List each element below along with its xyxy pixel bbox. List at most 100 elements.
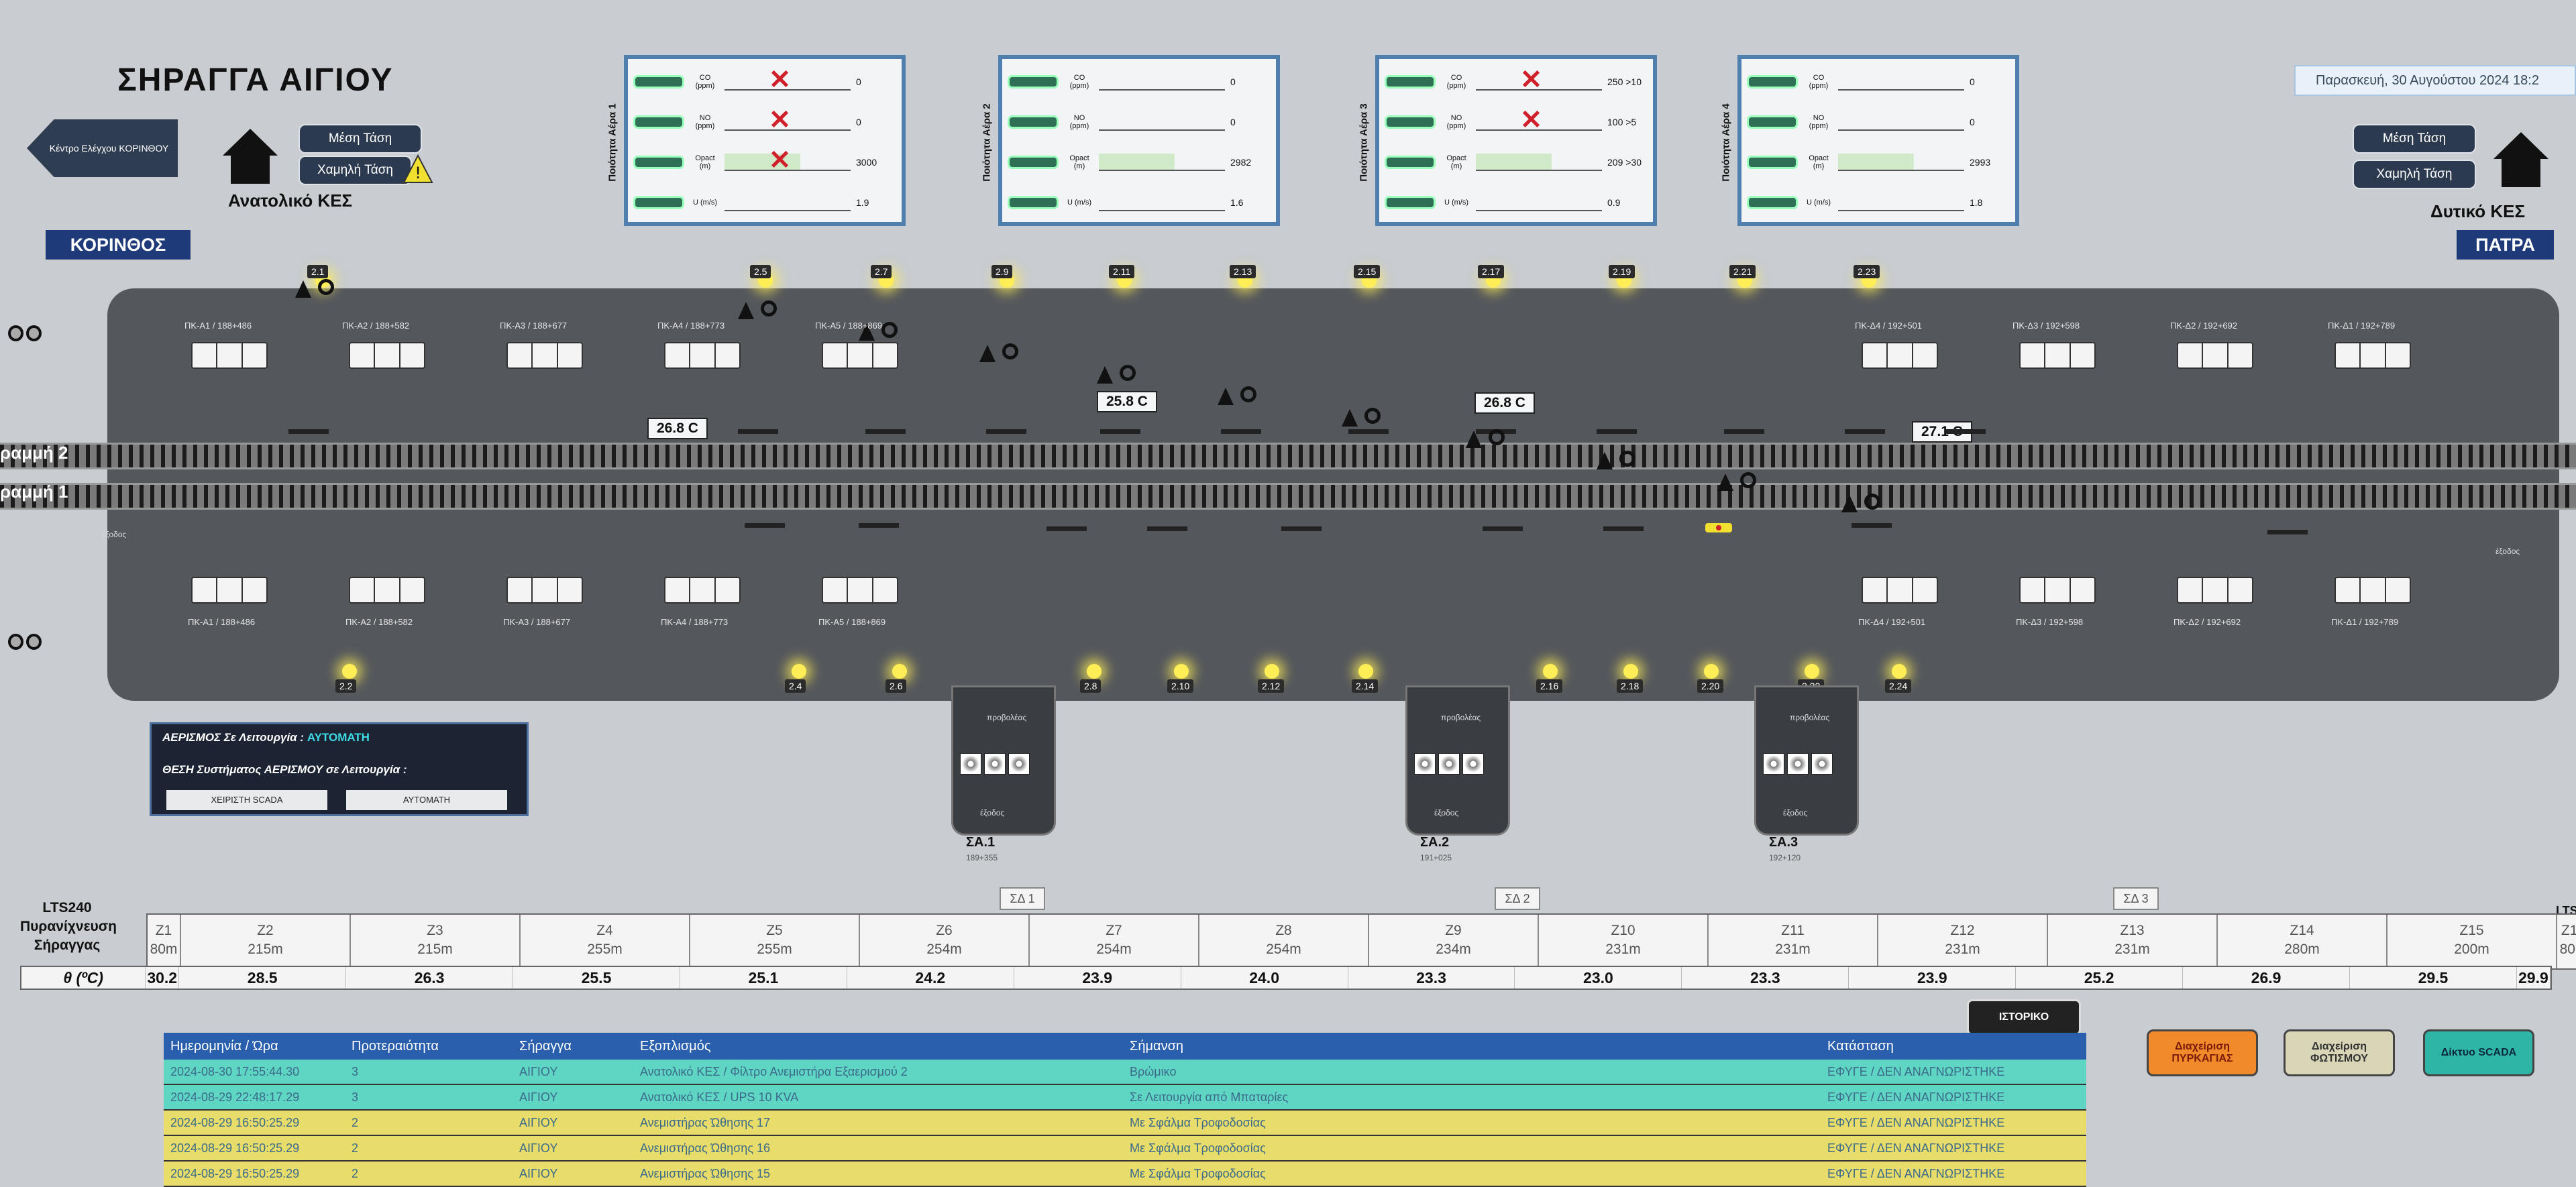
alarm-row[interactable]: 2024-08-29 16:50:25.29 2 ΑΙΓΙΟΥ Ανεμιστήρας… [164, 1136, 2086, 1162]
jet-fan-lamp[interactable] [1358, 664, 1373, 679]
history-button[interactable]: ΙΣΤΟΡΙΚΟ [1967, 999, 2081, 1035]
zone-cell[interactable]: Z2 215m [181, 915, 351, 968]
jet-fan-lamp[interactable] [792, 664, 806, 679]
jet-fan-lamp[interactable] [1174, 664, 1189, 679]
emergency-cabinet[interactable] [191, 342, 268, 369]
jet-fan-lamp[interactable] [1543, 664, 1558, 679]
zone-cell[interactable]: Z14 280m [2218, 915, 2387, 968]
alarm-column-header[interactable]: Προτεραιότητα [345, 1039, 513, 1054]
scada-network-button[interactable]: Δίκτυο SCADA [2423, 1029, 2534, 1076]
jet-fan-lamp[interactable] [1623, 664, 1638, 679]
incident-marker[interactable] [1705, 523, 1732, 532]
marker-dash [1597, 429, 1637, 434]
jet-fan-icon[interactable] [1597, 448, 1635, 469]
alarm-row[interactable]: 2024-08-29 16:50:25.29 2 ΑΙΓΙΟΥ Ανεμιστήρας… [164, 1162, 2086, 1187]
alarm-column-header[interactable]: Ημερομηνία / Ώρα [164, 1039, 345, 1054]
alarm-cell: ΕΦΥΓΕ / ΔΕΝ ΑΝΑΓΝΩΡΙΣΤΗΚΕ [1827, 1141, 2005, 1155]
fire-management-button[interactable]: Διαχείριση ΠΥΡΚΑΓΙΑΣ [2147, 1029, 2258, 1076]
jet-fan-icon[interactable] [1717, 469, 1756, 491]
emergency-cabinet[interactable] [664, 342, 741, 369]
emergency-cabinet[interactable] [349, 342, 425, 369]
emergency-cabinet[interactable] [2334, 577, 2411, 604]
zone-cell[interactable]: Z9 234m [1369, 915, 1539, 968]
sensor-scale [724, 194, 851, 211]
jet-fan-lamp[interactable] [342, 664, 357, 679]
jet-fan-label: 2.12 [1258, 679, 1285, 693]
zone-cell[interactable]: Z7 254m [1030, 915, 1199, 968]
emergency-cabinet[interactable] [2177, 577, 2253, 604]
jet-fan-icon[interactable] [979, 341, 1018, 362]
aeration-manual-button[interactable]: ΧΕΙΡΙΣΤΗ SCADA [166, 790, 327, 810]
emergency-cabinet[interactable] [2334, 342, 2411, 369]
alarm-row[interactable]: 2024-08-29 22:48:17.29 3 ΑΙΓΙΟΥ Ανατολικό Κ… [164, 1085, 2086, 1111]
shaft-fan-icon[interactable] [1438, 753, 1460, 775]
emergency-cabinet[interactable] [506, 577, 583, 604]
jet-fan-lamp[interactable] [1805, 664, 1819, 679]
emergency-cabinet[interactable] [1862, 342, 1938, 369]
shaft-fan-icon[interactable] [960, 753, 981, 775]
back-to-control-center-button[interactable]: Κέντρο Ελέγχου ΚΟΡΙΝΘΟΥ [27, 119, 178, 177]
jet-fan-icon[interactable] [295, 276, 334, 298]
jet-fan-icon[interactable] [738, 298, 777, 319]
sensor-name: CO (ppm) [1069, 74, 1089, 90]
air-quality-row: U (m/s) 1.9 [633, 185, 896, 220]
aeration-auto-button[interactable]: ΑΥΤΟΜΑΤΗ [346, 790, 507, 810]
jet-fan-lamp[interactable] [1704, 664, 1719, 679]
jet-fan-lamp[interactable] [1265, 664, 1279, 679]
shaft-fan-icon[interactable] [1763, 753, 1784, 775]
aeration-panel: ΑΕΡΙΣΜΟΣ Σε Λειτουργία : ΑΥΤΟΜΑΤΗ ΘΕΣΗ Σ… [150, 722, 529, 816]
emergency-cabinet[interactable] [822, 342, 898, 369]
emergency-cabinet[interactable] [191, 577, 268, 604]
emergency-cabinet[interactable] [822, 577, 898, 604]
shaft-fan-icon[interactable] [1462, 753, 1484, 775]
emergency-cabinet[interactable] [2177, 342, 2253, 369]
jet-fan-icon[interactable] [1218, 384, 1256, 405]
east-low-voltage-button[interactable]: Χαμηλή Τάση [299, 156, 412, 185]
alarm-row[interactable]: 2024-08-30 17:55:44.30 3 ΑΙΓΙΟΥ Ανατολικό Κ… [164, 1060, 2086, 1085]
emergency-cabinet[interactable] [349, 577, 425, 604]
jet-fan-icon[interactable] [1342, 405, 1381, 427]
alarm-column-header[interactable]: Εξοπλισμός [633, 1039, 1123, 1054]
alarm-row[interactable]: 2024-08-29 16:50:25.29 2 ΑΙΓΙΟΥ Ανεμιστήρας… [164, 1111, 2086, 1136]
marker-dash [2267, 530, 2308, 534]
zone-cell[interactable]: Z12 231m [1878, 915, 2048, 968]
emergency-cabinet[interactable] [1862, 577, 1938, 604]
shaft-fan-icon[interactable] [984, 753, 1006, 775]
jet-fan-icon[interactable] [1841, 491, 1880, 512]
jet-fan-lamp[interactable] [1087, 664, 1102, 679]
ventilation-shaft[interactable]: προβολέας έξοδος [1405, 685, 1510, 836]
zone-cell[interactable]: Z6 254m [860, 915, 1030, 968]
alarm-column-header[interactable]: Σήμανση [1123, 1039, 1821, 1054]
emergency-cabinet[interactable] [506, 342, 583, 369]
shaft-fan-icon[interactable] [1811, 753, 1833, 775]
jet-fan-icon[interactable] [1097, 362, 1136, 384]
shaft-fan-icon[interactable] [1787, 753, 1809, 775]
emergency-cabinet[interactable] [2019, 342, 2096, 369]
zone-cell[interactable]: Z10 231m [1539, 915, 1709, 968]
jet-fan-lamp[interactable] [1892, 664, 1907, 679]
alarm-column-header[interactable]: Σήραγγα [513, 1039, 633, 1054]
jet-fan-lamp[interactable] [892, 664, 907, 679]
zone-cell[interactable]: Z4 255m [521, 915, 690, 968]
alarm-column-header[interactable]: Κατάσταση [1821, 1039, 2086, 1054]
zone-cell[interactable]: Z5 255m [690, 915, 860, 968]
zone-cell[interactable]: Z11 231m [1709, 915, 1878, 968]
shaft-fan-icon[interactable] [1008, 753, 1030, 775]
ventilation-shaft[interactable]: προβολέας έξοδος [1754, 685, 1859, 836]
air-quality-row: NO (ppm) 0 [1747, 105, 2010, 139]
jet-fan-icon[interactable] [1466, 427, 1505, 448]
shaft-fan-icon[interactable] [1414, 753, 1436, 775]
lighting-management-button[interactable]: Διαχείριση ΦΩΤΙΣΜΟΥ [2284, 1029, 2395, 1076]
zone-cell[interactable]: Z1 80m [148, 915, 181, 968]
zone-cell[interactable]: Z8 254m [1199, 915, 1369, 968]
west-mid-voltage-button[interactable]: Μέση Τάση [2353, 124, 2476, 154]
ventilation-shaft[interactable]: προβολέας έξοδος [951, 685, 1056, 836]
zone-cell[interactable]: Z3 215m [351, 915, 521, 968]
zone-cell[interactable]: Z13 231m [2048, 915, 2218, 968]
east-mid-voltage-button[interactable]: Μέση Τάση [299, 124, 422, 154]
zone-cell[interactable]: Z15 200m [2387, 915, 2557, 968]
emergency-cabinet[interactable] [664, 577, 741, 604]
emergency-cabinet[interactable] [2019, 577, 2096, 604]
zone-cell[interactable]: Z1680m [2557, 915, 2576, 968]
west-low-voltage-button[interactable]: Χαμηλή Τάση [2353, 160, 2476, 189]
